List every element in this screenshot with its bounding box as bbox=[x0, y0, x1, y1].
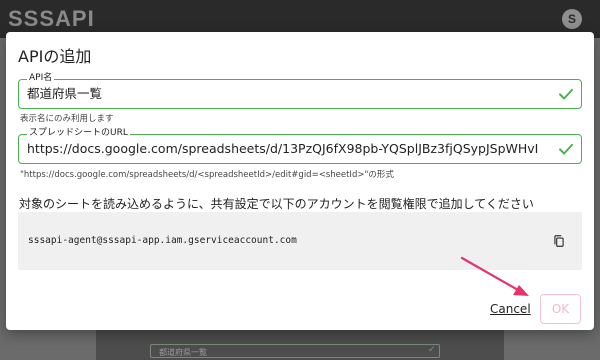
spreadsheet-url-hint: "https://docs.google.com/spreadsheets/d/… bbox=[20, 170, 394, 180]
service-account-email: sssapi-agent@sssapi-app.iam.gserviceacco… bbox=[28, 235, 297, 246]
check-icon bbox=[559, 88, 573, 100]
app-logo: SSSAPI bbox=[8, 6, 95, 31]
spreadsheet-url-value[interactable]: https://docs.google.com/spreadsheets/d/1… bbox=[27, 141, 539, 157]
background-check-icon: ✓ bbox=[428, 345, 436, 355]
ok-button[interactable]: OK bbox=[540, 294, 581, 324]
api-name-field[interactable]: API名 都道府県一覧 bbox=[18, 72, 582, 109]
api-name-hint: 表示名にのみ利用します bbox=[20, 114, 114, 124]
check-icon bbox=[559, 143, 573, 155]
add-api-dialog: APIの追加 API名 都道府県一覧 表示名にのみ利用します スプレッドシートの… bbox=[6, 32, 594, 330]
spreadsheet-url-field[interactable]: スプレッドシートのURL https://docs.google.com/spr… bbox=[18, 127, 582, 164]
avatar[interactable]: S bbox=[562, 9, 582, 29]
spreadsheet-url-label: スプレッドシートのURL bbox=[27, 127, 130, 139]
api-name-value[interactable]: 都道府県一覧 bbox=[27, 86, 545, 102]
api-name-label: API名 bbox=[27, 72, 55, 84]
service-account-box: sssapi-agent@sssapi-app.iam.gserviceacco… bbox=[18, 212, 582, 270]
copy-icon[interactable] bbox=[552, 234, 566, 248]
cancel-button[interactable]: Cancel bbox=[490, 302, 531, 316]
background-field: 都道府県一覧 bbox=[150, 344, 440, 358]
dialog-title: APIの追加 bbox=[18, 47, 92, 66]
share-instruction: 対象のシートを読み込めるように、共有設定で以下のアカウントを閲覧権限で追加してく… bbox=[19, 197, 534, 211]
